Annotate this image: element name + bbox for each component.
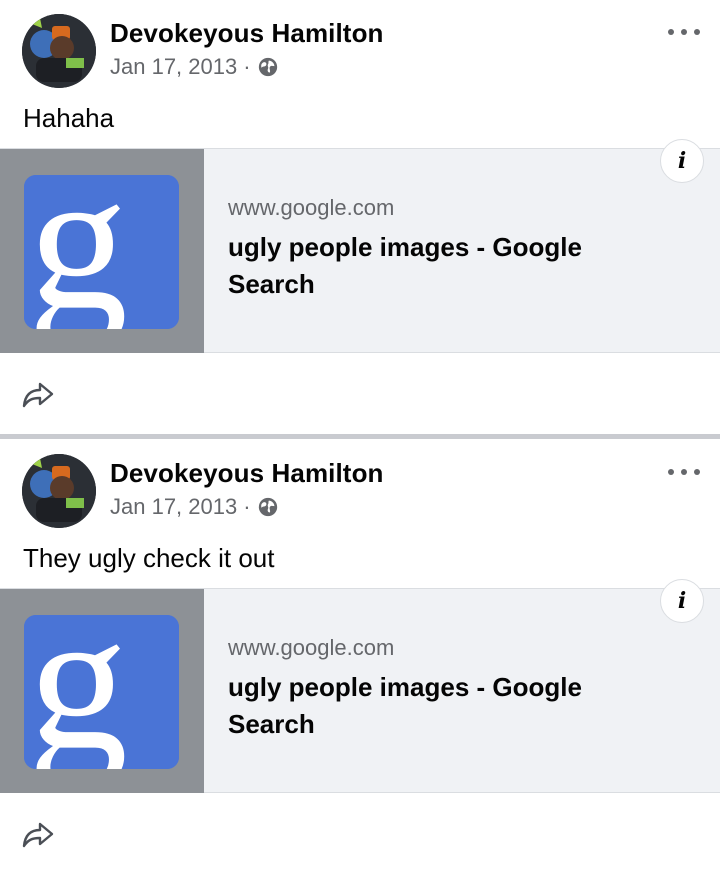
google-logo-icon: g (24, 175, 179, 329)
link-text[interactable]: www.google.com ugly people images - Goog… (228, 635, 640, 743)
author-name[interactable]: Devokeyous Hamilton (110, 18, 384, 49)
post-divider (0, 434, 720, 439)
author-name[interactable]: Devokeyous Hamilton (110, 458, 384, 489)
google-logo-icon: g (24, 615, 179, 769)
globe-icon (258, 57, 277, 77)
link-preview-card[interactable]: g www.google.com ugly people images - Go… (0, 588, 720, 793)
post-message: They ugly check it out (23, 543, 275, 573)
post: Devokeyous Hamilton Jan 17, 2013 · They … (0, 440, 720, 876)
meta-separator: · (243, 54, 251, 79)
news-feed: Devokeyous Hamilton Jan 17, 2013 · Hahah… (0, 0, 720, 876)
meta-separator: · (243, 494, 251, 519)
post-message: Hahaha (23, 103, 115, 133)
post-date[interactable]: Jan 17, 2013 (110, 494, 237, 520)
link-text[interactable]: www.google.com ugly people images - Goog… (228, 195, 640, 303)
globe-icon (258, 497, 277, 517)
share-icon[interactable] (20, 376, 56, 412)
more-options-icon[interactable] (668, 24, 700, 40)
share-icon[interactable] (20, 816, 56, 852)
link-preview-card[interactable]: g www.google.com ugly people images - Go… (0, 148, 720, 353)
post-header: Devokeyous Hamilton Jan 17, 2013 · (20, 14, 700, 90)
link-domain: www.google.com (228, 195, 395, 220)
link-domain: www.google.com (228, 635, 395, 660)
avatar[interactable] (22, 454, 96, 528)
post-header: Devokeyous Hamilton Jan 17, 2013 · (20, 454, 700, 530)
thumb-letter: g (28, 615, 128, 769)
avatar[interactable] (22, 14, 96, 88)
link-title: ugly people images - Google Search (228, 232, 582, 299)
post: Devokeyous Hamilton Jan 17, 2013 · Hahah… (0, 0, 720, 436)
link-thumbnail[interactable]: g (0, 589, 204, 793)
post-meta: Jan 17, 2013 · (110, 494, 279, 520)
info-icon[interactable]: i (660, 139, 704, 183)
post-meta: Jan 17, 2013 · (110, 54, 279, 80)
link-title: ugly people images - Google Search (228, 672, 582, 739)
thumb-letter: g (28, 175, 128, 329)
link-thumbnail[interactable]: g (0, 149, 204, 353)
info-icon[interactable]: i (660, 579, 704, 623)
post-date[interactable]: Jan 17, 2013 (110, 54, 237, 80)
more-options-icon[interactable] (668, 464, 700, 480)
